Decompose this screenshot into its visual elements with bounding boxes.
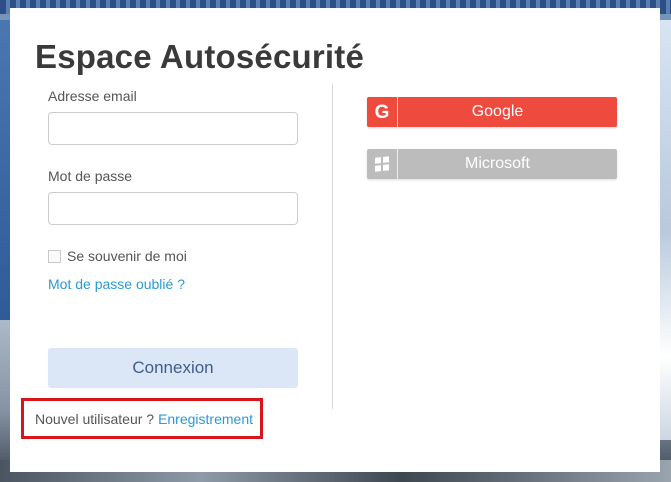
forgot-password-link[interactable]: Mot de passe oublié ? — [48, 276, 185, 292]
background-right-edge — [659, 20, 671, 440]
password-label: Mot de passe — [48, 168, 133, 184]
windows-logo-icon — [375, 156, 389, 172]
google-g-icon: G — [374, 101, 390, 123]
google-login-label: Google — [471, 103, 524, 120]
login-card: Espace Autosécurité Adresse email Mot de… — [10, 8, 660, 472]
remember-me-checkbox[interactable] — [48, 249, 61, 263]
microsoft-login-button[interactable]: Microsoft — [367, 149, 617, 179]
remember-me-label[interactable]: Se souvenir de moi — [67, 248, 187, 264]
login-button[interactable]: Connexion — [48, 348, 298, 388]
background-left-edge — [0, 20, 10, 320]
google-icon-wrap: G — [367, 97, 398, 127]
email-field[interactable] — [48, 112, 298, 145]
column-divider — [332, 84, 333, 409]
email-label: Adresse email — [48, 88, 137, 104]
page-title: Espace Autosécurité — [35, 38, 365, 75]
microsoft-icon-wrap — [367, 149, 398, 179]
password-field[interactable] — [48, 192, 298, 225]
signup-highlight-box: Nouvel utilisateur ? Enregistrement — [21, 398, 263, 439]
signup-prompt: Nouvel utilisateur ? — [35, 410, 155, 427]
signup-link[interactable]: Enregistrement — [158, 411, 253, 427]
microsoft-login-label: Microsoft — [465, 155, 530, 172]
google-login-button[interactable]: G Google — [367, 97, 617, 127]
remember-me-row[interactable]: Se souvenir de moi — [48, 248, 187, 264]
